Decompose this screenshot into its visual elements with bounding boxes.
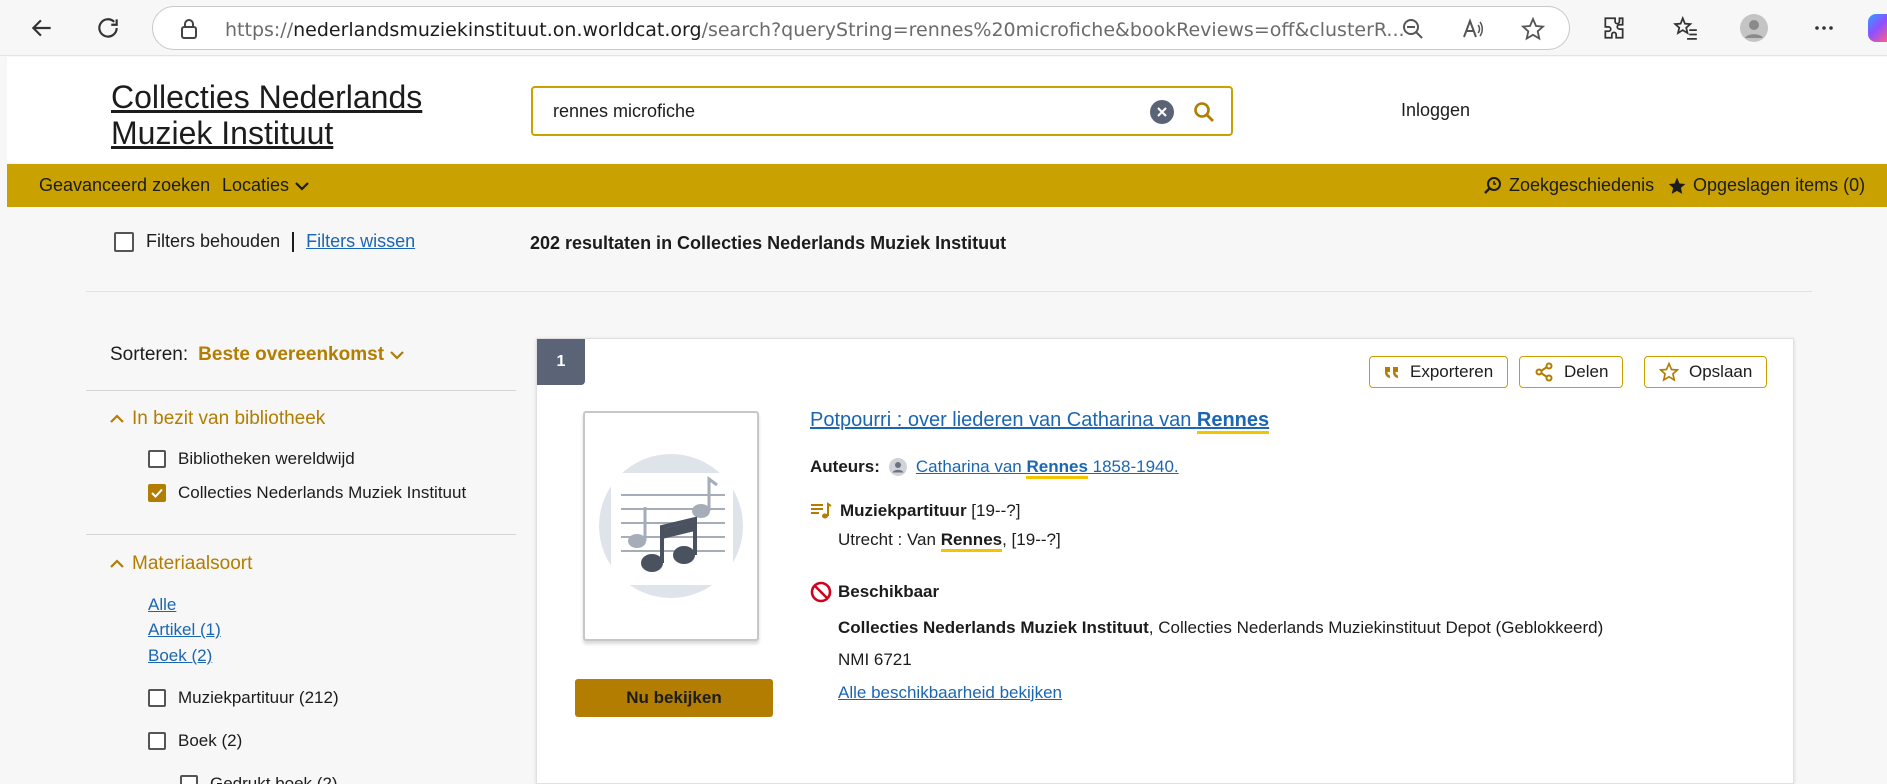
more-options-icon[interactable] <box>1808 12 1840 44</box>
person-icon <box>888 458 907 476</box>
sort-label: Sorteren: <box>110 344 189 365</box>
facet-checkbox[interactable] <box>180 775 198 784</box>
saved-items-link[interactable]: Opgeslagen items (0) <box>1667 175 1865 196</box>
unavailable-icon <box>810 581 832 603</box>
sidebar-divider <box>86 534 516 535</box>
share-button[interactable]: Delen <box>1519 356 1624 388</box>
all-availability-link[interactable]: Alle beschikbaarheid bekijken <box>838 683 1062 703</box>
advanced-search-link[interactable]: Geavanceerd zoeken <box>39 175 210 196</box>
favorite-star-icon[interactable] <box>1519 15 1547 43</box>
facet-item-printed-book[interactable]: Gedrukt boek (2) <box>180 774 338 784</box>
facet-link-book[interactable]: Boek (2) <box>148 646 212 666</box>
sidebar-divider <box>86 390 516 391</box>
result-card: 1 Exporteren Delen Opslaan Nu bekijken P… <box>536 338 1794 784</box>
chevron-down-icon <box>295 181 309 191</box>
quote-icon <box>1385 367 1398 378</box>
keep-filters-checkbox[interactable] <box>114 231 134 252</box>
filter-controls: Filters behouden Filters wissen <box>114 231 415 252</box>
collections-icon[interactable] <box>1670 12 1702 44</box>
search-history-link[interactable]: Zoekgeschiedenis <box>1483 175 1654 196</box>
profile-avatar-icon[interactable] <box>1738 12 1770 44</box>
url-text[interactable]: https://nederlandsmuziekinstituut.on.wor… <box>225 19 1515 41</box>
star-outline-icon <box>1659 362 1679 382</box>
zoom-out-icon[interactable] <box>1399 15 1427 43</box>
lock-icon[interactable] <box>175 15 203 43</box>
record-authors: Auteurs: Catharina van Rennes 1858-1940. <box>810 457 1179 479</box>
record-title-link[interactable]: Potpourri : over liederen van Catharina … <box>810 409 1270 434</box>
holding-library: Collecties Nederlands Muziek Instituut, … <box>838 618 1604 637</box>
record-publisher: Utrecht : Van Rennes, [19--?] <box>838 530 1061 552</box>
search-icon[interactable] <box>1189 97 1219 127</box>
export-button[interactable]: Exporteren <box>1369 356 1509 388</box>
locations-dropdown[interactable]: Locaties <box>222 175 309 196</box>
view-now-button[interactable]: Nu bekijken <box>575 679 773 717</box>
music-notes-icon <box>599 454 743 598</box>
facet-holdings-toggle[interactable]: In bezit van bibliotheek <box>110 408 325 430</box>
facet-item-score[interactable]: Muziekpartituur (212) <box>148 688 339 708</box>
search-input[interactable]: rennes microfiche <box>531 86 1233 136</box>
chevron-up-icon <box>110 559 124 568</box>
filter-divider <box>292 231 295 252</box>
facet-link-all[interactable]: Alle <box>148 595 176 615</box>
address-bar[interactable]: https://nederlandsmuziekinstituut.on.wor… <box>152 6 1570 50</box>
facet-checkbox[interactable] <box>148 732 166 750</box>
authors-label: Auteurs: <box>810 457 880 476</box>
history-search-icon <box>1484 176 1501 194</box>
save-button[interactable]: Opslaan <box>1644 356 1768 388</box>
header-divider <box>86 291 1812 292</box>
chevron-down-icon <box>390 351 404 360</box>
facet-checkbox[interactable] <box>148 450 166 468</box>
facet-item-book[interactable]: Boek (2) <box>148 731 242 751</box>
music-score-thumbnail[interactable] <box>583 411 759 641</box>
copilot-icon[interactable] <box>1868 14 1887 42</box>
browser-toolbar: https://nederlandsmuziekinstituut.on.wor… <box>0 0 1887 56</box>
back-icon[interactable] <box>26 12 58 44</box>
main-nav-bar: Geavanceerd zoeken Locaties Zoekgeschied… <box>7 164 1887 207</box>
facet-material-toggle[interactable]: Materiaalsoort <box>110 553 252 575</box>
site-header: Collecties Nederlands Muziek Instituut r… <box>7 57 1887 163</box>
extensions-icon[interactable] <box>1598 12 1630 44</box>
search-query-text[interactable]: rennes microfiche <box>553 101 695 122</box>
facet-item-worldwide[interactable]: Bibliotheken wereldwijd <box>148 449 355 469</box>
facet-checkbox-checked[interactable] <box>148 484 166 502</box>
sort-dropdown[interactable]: Beste overeenkomst <box>198 344 404 366</box>
checkmark-icon <box>151 488 163 498</box>
keep-filters-label: Filters behouden <box>146 231 281 251</box>
results-count: 202 resultaten in Collecties Nederlands … <box>530 233 1007 253</box>
reload-icon[interactable] <box>92 12 124 44</box>
clear-search-icon[interactable] <box>1150 100 1174 124</box>
read-aloud-icon[interactable] <box>1459 15 1487 43</box>
login-link[interactable]: Inloggen <box>1401 100 1470 121</box>
chevron-up-icon <box>110 414 124 423</box>
clear-filters-link[interactable]: Filters wissen <box>306 231 415 252</box>
music-score-icon <box>811 502 832 519</box>
share-icon <box>1535 362 1553 382</box>
facet-checkbox[interactable] <box>148 689 166 707</box>
author-link[interactable]: Catharina van Rennes 1858-1940. <box>916 457 1179 479</box>
site-title-link[interactable]: Collecties Nederlands Muziek Instituut <box>111 79 531 151</box>
availability-status: Beschikbaar <box>810 581 939 603</box>
record-format: Muziekpartituur [19--?] <box>810 501 1020 521</box>
sort-control: Sorteren: Beste overeenkomst <box>110 344 404 366</box>
star-icon <box>1668 177 1686 194</box>
call-number: NMI 6721 <box>838 650 912 669</box>
facet-item-nmi[interactable]: Collecties Nederlands Muziek Instituut <box>148 483 466 503</box>
facet-link-article[interactable]: Artikel (1) <box>148 620 221 640</box>
result-number-badge: 1 <box>537 339 585 385</box>
